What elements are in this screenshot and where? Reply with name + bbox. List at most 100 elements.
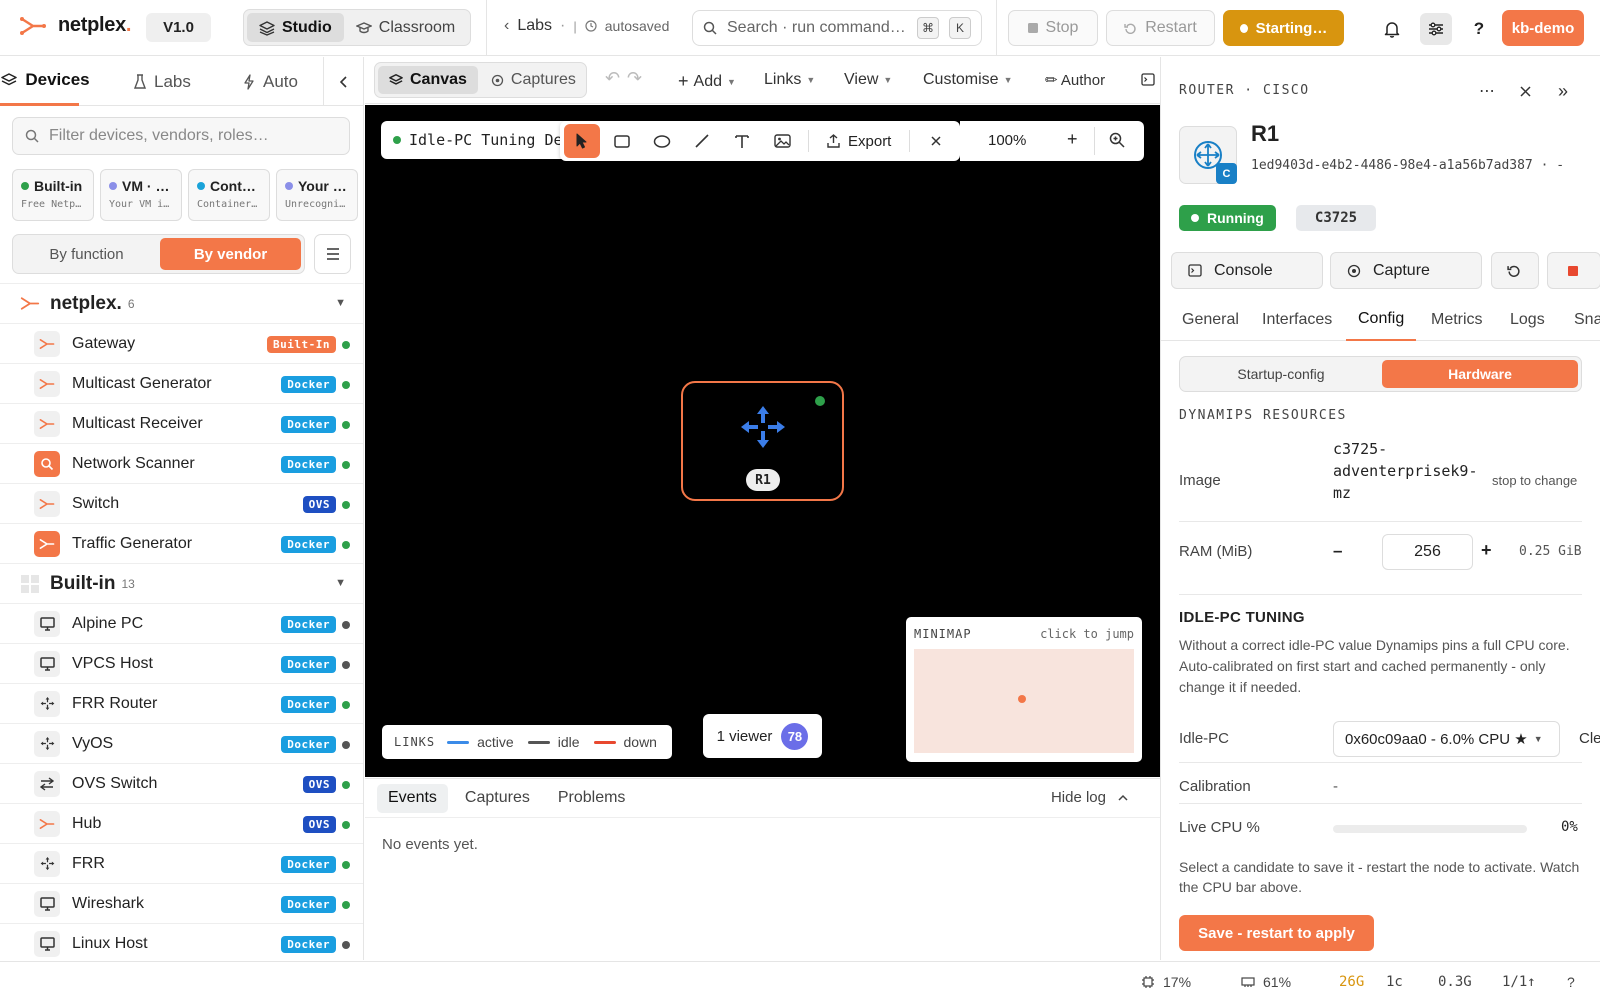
device-list-item[interactable]: Switch OVS	[0, 483, 363, 523]
group-by-function-button[interactable]: By function	[16, 238, 157, 270]
tab-config[interactable]: Config	[1346, 299, 1417, 341]
starting-button[interactable]: Starting…	[1223, 10, 1344, 46]
log-tab-problems[interactable]: Problems	[547, 784, 637, 813]
startup-config-button[interactable]: Startup-config	[1183, 360, 1379, 388]
back-chevron-icon[interactable]: ‹	[504, 17, 509, 35]
tab-interfaces[interactable]: Interfaces	[1250, 299, 1344, 341]
device-list-item[interactable]: Gateway Built-In	[0, 323, 363, 363]
tab-labs[interactable]: Labs	[134, 57, 191, 106]
zoom-in-button[interactable]: +	[1067, 129, 1078, 150]
restart-button[interactable]: Restart	[1106, 10, 1215, 46]
add-menu[interactable]: + Add ▼	[678, 71, 736, 92]
category-card[interactable]: Your Images Unrecognized	[276, 169, 358, 221]
log-tab-captures[interactable]: Captures	[454, 784, 541, 813]
tab-logs[interactable]: Logs	[1498, 299, 1557, 341]
device-list-item[interactable]: Network Scanner Docker	[0, 443, 363, 483]
device-group-count: 6	[127, 296, 135, 311]
view-canvas-button[interactable]: Canvas	[378, 66, 478, 94]
close-drawing-toolbar-button[interactable]	[918, 124, 954, 158]
terminal-icon[interactable]	[1141, 73, 1155, 86]
device-list-item[interactable]: OVS Switch OVS	[0, 763, 363, 803]
lab-title-chip[interactable]: Idle-PC Tuning Demo	[381, 121, 571, 159]
category-card[interactable]: VM · Images Your VM images	[100, 169, 182, 221]
capture-button[interactable]: Capture	[1330, 252, 1482, 289]
tab-auto[interactable]: Auto	[243, 57, 298, 106]
author-button[interactable]: ✏ Author	[1045, 71, 1105, 89]
zoom-level[interactable]: 100%	[988, 132, 1026, 149]
mode-studio-button[interactable]: Studio	[247, 13, 344, 42]
device-list-item[interactable]: Multicast Receiver Docker	[0, 403, 363, 443]
stop-button[interactable]: Stop	[1008, 10, 1098, 46]
device-list-item[interactable]: VPCS Host Docker	[0, 643, 363, 683]
app-logo[interactable]: netplex.	[20, 14, 132, 37]
device-list-item[interactable]: FRR Router Docker	[0, 683, 363, 723]
image-tool-button[interactable]	[764, 124, 800, 158]
text-tool-button[interactable]	[724, 124, 760, 158]
command-search[interactable]: Search · run command… ⌘ K	[692, 10, 982, 46]
settings-sliders-icon[interactable]	[1420, 13, 1452, 45]
collapse-sidebar-button[interactable]	[323, 57, 363, 106]
topology-canvas[interactable]: Idle-PC Tuning Demo Export 100% + R1 LIN…	[365, 105, 1160, 777]
device-list-item[interactable]: Wireshark Docker	[0, 883, 363, 923]
mode-classroom-button[interactable]: Classroom	[344, 13, 467, 42]
version-badge[interactable]: V1.0	[146, 13, 211, 42]
device-list-item[interactable]: Hub OVS	[0, 803, 363, 843]
node-stop-button[interactable]	[1547, 252, 1600, 289]
idle-pc-clear-button[interactable]: Clear	[1579, 730, 1600, 747]
device-list-item[interactable]: Multicast Generator Docker	[0, 363, 363, 403]
log-tab-events[interactable]: Events	[377, 783, 448, 813]
rectangle-tool-button[interactable]	[604, 124, 640, 158]
device-list-item[interactable]: FRR Docker	[0, 843, 363, 883]
tab-snapshots[interactable]: Snapshots	[1562, 299, 1600, 341]
console-button[interactable]: Console	[1171, 252, 1323, 289]
device-list-item[interactable]: Traffic Generator Docker	[0, 523, 363, 563]
line-tool-button[interactable]	[684, 124, 720, 158]
category-card[interactable]: Containers Container images	[188, 169, 270, 221]
hardware-button[interactable]: Hardware	[1382, 360, 1578, 388]
user-menu-button[interactable]: kb-demo	[1502, 10, 1584, 46]
idle-pc-select[interactable]: 0x60c09aa0 - 6.0% CPU ★ ▼	[1333, 721, 1560, 757]
help-icon[interactable]: ?	[1463, 13, 1495, 45]
router-node-r1[interactable]: R1	[681, 381, 844, 501]
breadcrumb-labs-link[interactable]: Labs	[517, 17, 552, 35]
view-captures-button[interactable]: Captures	[480, 66, 587, 94]
select-tool-button[interactable]	[564, 124, 600, 158]
links-menu[interactable]: Links ▼	[764, 71, 815, 89]
export-button[interactable]: Export	[817, 124, 901, 158]
device-list-item[interactable]: Alpine PC Docker	[0, 603, 363, 643]
undo-icon[interactable]: ↶	[605, 68, 620, 89]
ellipse-tool-button[interactable]	[644, 124, 680, 158]
viewers-indicator[interactable]: 1 viewer 78	[703, 714, 822, 758]
save-restart-button[interactable]: Save - restart to apply	[1179, 915, 1374, 951]
device-list-item[interactable]: Linux Host Docker	[0, 923, 363, 960]
statusbar-help-icon[interactable]: ?	[1567, 974, 1575, 990]
minimap-viewport[interactable]	[914, 649, 1134, 753]
notifications-bell-icon[interactable]	[1376, 13, 1408, 45]
tab-devices[interactable]: Devices	[0, 57, 90, 106]
customise-menu[interactable]: Customise ▼	[923, 71, 1013, 89]
tab-general[interactable]: General	[1170, 299, 1251, 341]
ram-increase-button[interactable]: +	[1481, 540, 1492, 561]
device-type-badge: Docker	[281, 616, 336, 633]
view-menu[interactable]: View ▼	[844, 71, 892, 89]
minimap[interactable]: MINIMAP click to jump	[906, 617, 1142, 762]
device-group-header[interactable]: Built-in 13 ▼	[0, 563, 363, 603]
ram-input[interactable]: 256	[1382, 534, 1473, 570]
category-title: Built-in	[21, 178, 85, 194]
node-restart-button[interactable]	[1491, 252, 1539, 289]
node-name[interactable]: R1	[1251, 121, 1279, 147]
zoom-fit-icon[interactable]	[1109, 132, 1125, 148]
tab-metrics[interactable]: Metrics	[1419, 299, 1495, 341]
group-by-vendor-button[interactable]: By vendor	[160, 238, 301, 270]
device-list-item[interactable]: VyOS Docker	[0, 723, 363, 763]
device-group-header[interactable]: netplex. 6 ▼	[0, 283, 363, 323]
hide-log-button[interactable]: Hide log	[1051, 789, 1128, 806]
close-icon[interactable]	[1513, 79, 1537, 103]
ram-decrease-button[interactable]: –	[1333, 541, 1342, 561]
redo-icon[interactable]: ↷	[627, 68, 642, 89]
list-view-button[interactable]	[314, 234, 351, 274]
more-options-icon[interactable]: ⋯	[1475, 79, 1499, 103]
category-card[interactable]: Built-in Free Netplex	[12, 169, 94, 221]
expand-panel-icon[interactable]: »	[1551, 79, 1575, 103]
device-filter-input[interactable]: Filter devices, vendors, roles…	[12, 117, 350, 155]
